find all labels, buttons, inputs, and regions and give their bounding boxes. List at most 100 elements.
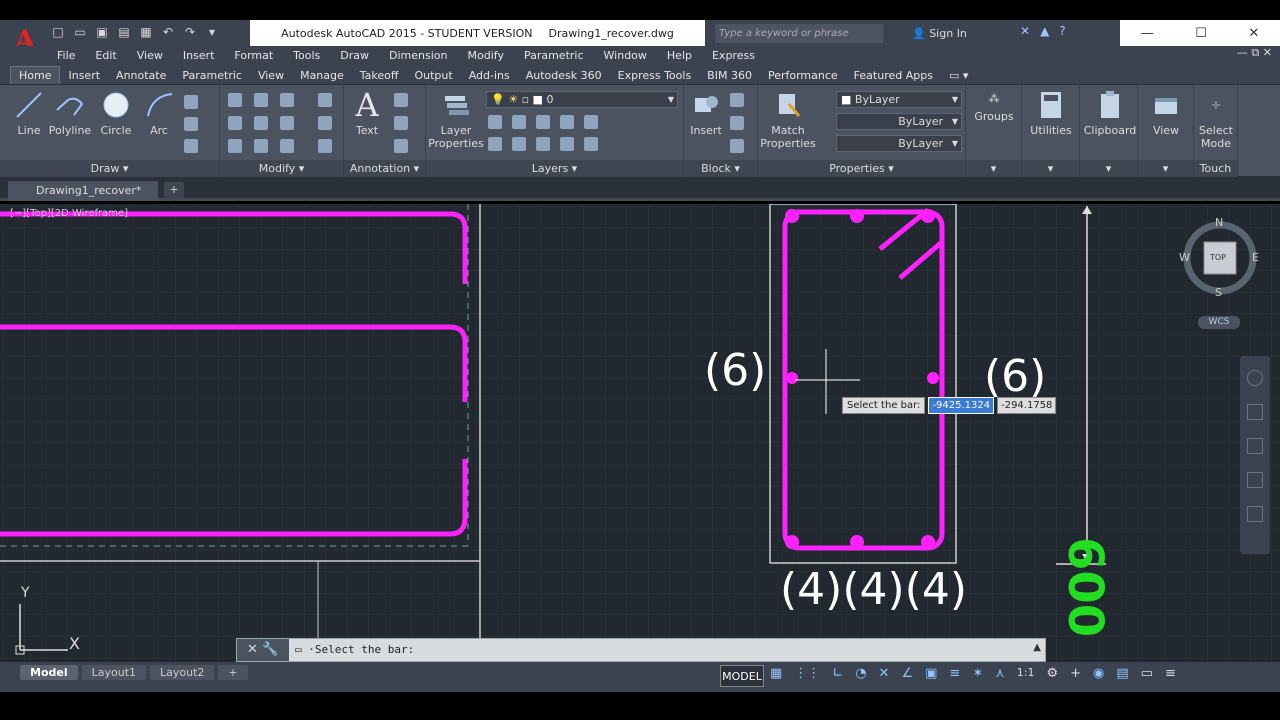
tab-output[interactable]: Output [406, 67, 460, 84]
menu-express[interactable]: Express [712, 49, 755, 62]
sign-in-button[interactable]: 👤 Sign In [912, 24, 967, 43]
menu-view[interactable]: View [137, 49, 163, 62]
showmotion-icon[interactable] [1247, 506, 1263, 522]
coord-y-input[interactable]: -294.1758 [997, 397, 1057, 414]
annotation-visibility-icon[interactable]: ✶ [972, 666, 983, 681]
modify-panel-title[interactable]: Modify ▾ [220, 160, 343, 177]
wcs-menu[interactable]: WCS [1198, 316, 1240, 329]
dimension-icon[interactable] [394, 93, 408, 107]
tab-layout1[interactable]: Layout1 [81, 665, 147, 680]
menu-parametric[interactable]: Parametric [524, 49, 584, 62]
menu-dimension[interactable]: Dimension [389, 49, 447, 62]
customization-menu-icon[interactable]: ≡ [1165, 666, 1176, 681]
circle-button[interactable]: Circle [98, 89, 134, 137]
tab-performance[interactable]: Performance [760, 67, 846, 84]
open-icon[interactable]: ▭ [72, 24, 88, 40]
command-line[interactable]: ✕ 🔧 ▭ ·Select the bar: ▲ [236, 638, 1046, 662]
offset-icon[interactable] [318, 139, 332, 153]
line-button[interactable]: Line [12, 89, 46, 137]
minimize-icon[interactable]: — [1141, 26, 1154, 41]
tab-annotate[interactable]: Annotate [108, 67, 174, 84]
model-space-button[interactable]: MODEL [720, 665, 764, 687]
annotation-scale[interactable]: 1:1 [1017, 666, 1035, 681]
menu-draw[interactable]: Draw [340, 49, 369, 62]
explode-icon[interactable] [318, 116, 332, 130]
save-as-icon[interactable]: ▤ [116, 24, 132, 40]
tab-model[interactable]: Model [20, 665, 78, 680]
snap-icon[interactable]: ⋮⋮ [794, 666, 820, 681]
close-icon[interactable]: ✕ [1248, 26, 1259, 41]
array-icon[interactable] [280, 139, 294, 153]
scale-icon[interactable] [254, 139, 268, 153]
arc-button[interactable]: Arc [142, 89, 176, 137]
block-attributes-icon[interactable] [730, 139, 744, 153]
layer-current-icon[interactable] [488, 137, 502, 151]
steering-wheel-icon[interactable] [1247, 370, 1263, 386]
tab-insert[interactable]: Insert [60, 67, 108, 84]
pan-icon[interactable] [1247, 404, 1263, 420]
search-input[interactable]: Type a keyword or phrase [715, 24, 883, 43]
tab-home[interactable]: Home [10, 66, 61, 84]
menu-modify[interactable]: Modify [468, 49, 504, 62]
stretch-icon[interactable] [228, 139, 242, 153]
fillet-icon[interactable] [280, 116, 294, 130]
groups-dropdown-icon[interactable]: ▾ [966, 160, 1021, 177]
lineweight-dropdown[interactable]: ByLayer ▼ [836, 135, 962, 152]
undo-icon[interactable]: ↶ [160, 24, 176, 40]
help-icon[interactable]: ? [1059, 24, 1065, 38]
redo-icon[interactable]: ↷ [182, 24, 198, 40]
view-button[interactable]: View [1144, 89, 1188, 137]
new-icon[interactable]: □ [50, 24, 66, 40]
workspace-gear-icon[interactable]: ⚙ [1046, 666, 1058, 681]
layer-match-icon[interactable] [584, 115, 598, 129]
object-snap-icon[interactable]: ▣ [925, 666, 937, 681]
isodraft-icon[interactable]: ✕ [879, 666, 890, 681]
menu-file[interactable]: File [57, 49, 75, 62]
menu-format[interactable]: Format [234, 49, 273, 62]
utilities-dropdown-icon[interactable]: ▾ [1022, 160, 1079, 177]
command-prompt[interactable]: ▭ ·Select the bar: [295, 639, 414, 661]
maximize-icon[interactable]: ☐ [1195, 26, 1207, 41]
polar-icon[interactable]: ◔ [855, 666, 866, 681]
select-mode-button[interactable]: ✛ Select Mode [1194, 89, 1238, 151]
tab-takeoff[interactable]: Takeoff [352, 67, 407, 84]
viewcube-top-face[interactable]: TOP [1210, 253, 1226, 262]
add-layout-button[interactable]: + [218, 665, 248, 680]
tab-layout2[interactable]: Layout2 [150, 665, 215, 680]
menu-help[interactable]: Help [667, 49, 692, 62]
groups-button[interactable]: ⁂ Groups [972, 89, 1016, 124]
tab-bim-360[interactable]: BIM 360 [699, 67, 760, 84]
create-block-icon[interactable] [730, 93, 744, 107]
move-icon[interactable] [228, 93, 242, 107]
hatch-icon[interactable] [184, 117, 198, 131]
layer-freeze-icon[interactable] [536, 115, 550, 129]
tab-view[interactable]: View [250, 67, 292, 84]
coord-x-input[interactable]: -9425.1324 [928, 397, 995, 414]
properties-panel-title[interactable]: Properties ▾ [758, 160, 965, 177]
clean-screen-icon[interactable]: ▭ [1141, 666, 1153, 681]
tab-featured-apps[interactable]: Featured Apps [846, 67, 941, 84]
block-panel-title[interactable]: Block ▾ [684, 160, 757, 177]
layers-panel-title[interactable]: Layers ▾ [426, 160, 683, 177]
trim-icon[interactable] [280, 93, 294, 107]
menu-insert[interactable]: Insert [183, 49, 215, 62]
tab-parametric[interactable]: Parametric [174, 67, 250, 84]
linetype-dropdown[interactable]: ByLayer ▼ [836, 113, 962, 130]
clipboard-button[interactable]: Clipboard [1082, 89, 1138, 137]
wrench-icon[interactable]: 🔧 [262, 642, 278, 657]
orbit-icon[interactable] [1247, 472, 1263, 488]
file-tab-drawing1[interactable]: Drawing1_recover* ✕ [8, 181, 158, 217]
ortho-icon[interactable]: ∟ [832, 666, 843, 681]
boundary-icon[interactable] [184, 139, 198, 153]
compass-west[interactable]: W [1179, 251, 1190, 264]
view-dropdown-icon[interactable]: ▾ [1138, 160, 1193, 177]
qat-dropdown-icon[interactable]: ▾ [204, 24, 220, 40]
layer-walk-icon[interactable] [584, 137, 598, 151]
menu-window[interactable]: Window [604, 49, 647, 62]
autodesk-a360-icon[interactable]: ▲ [1040, 24, 1049, 38]
copy-icon[interactable] [228, 116, 242, 130]
layer-isolate-icon[interactable] [512, 115, 526, 129]
tab-express-tools[interactable]: Express Tools [610, 67, 700, 84]
save-icon[interactable]: ▣ [94, 24, 110, 40]
table-icon[interactable] [394, 139, 408, 153]
